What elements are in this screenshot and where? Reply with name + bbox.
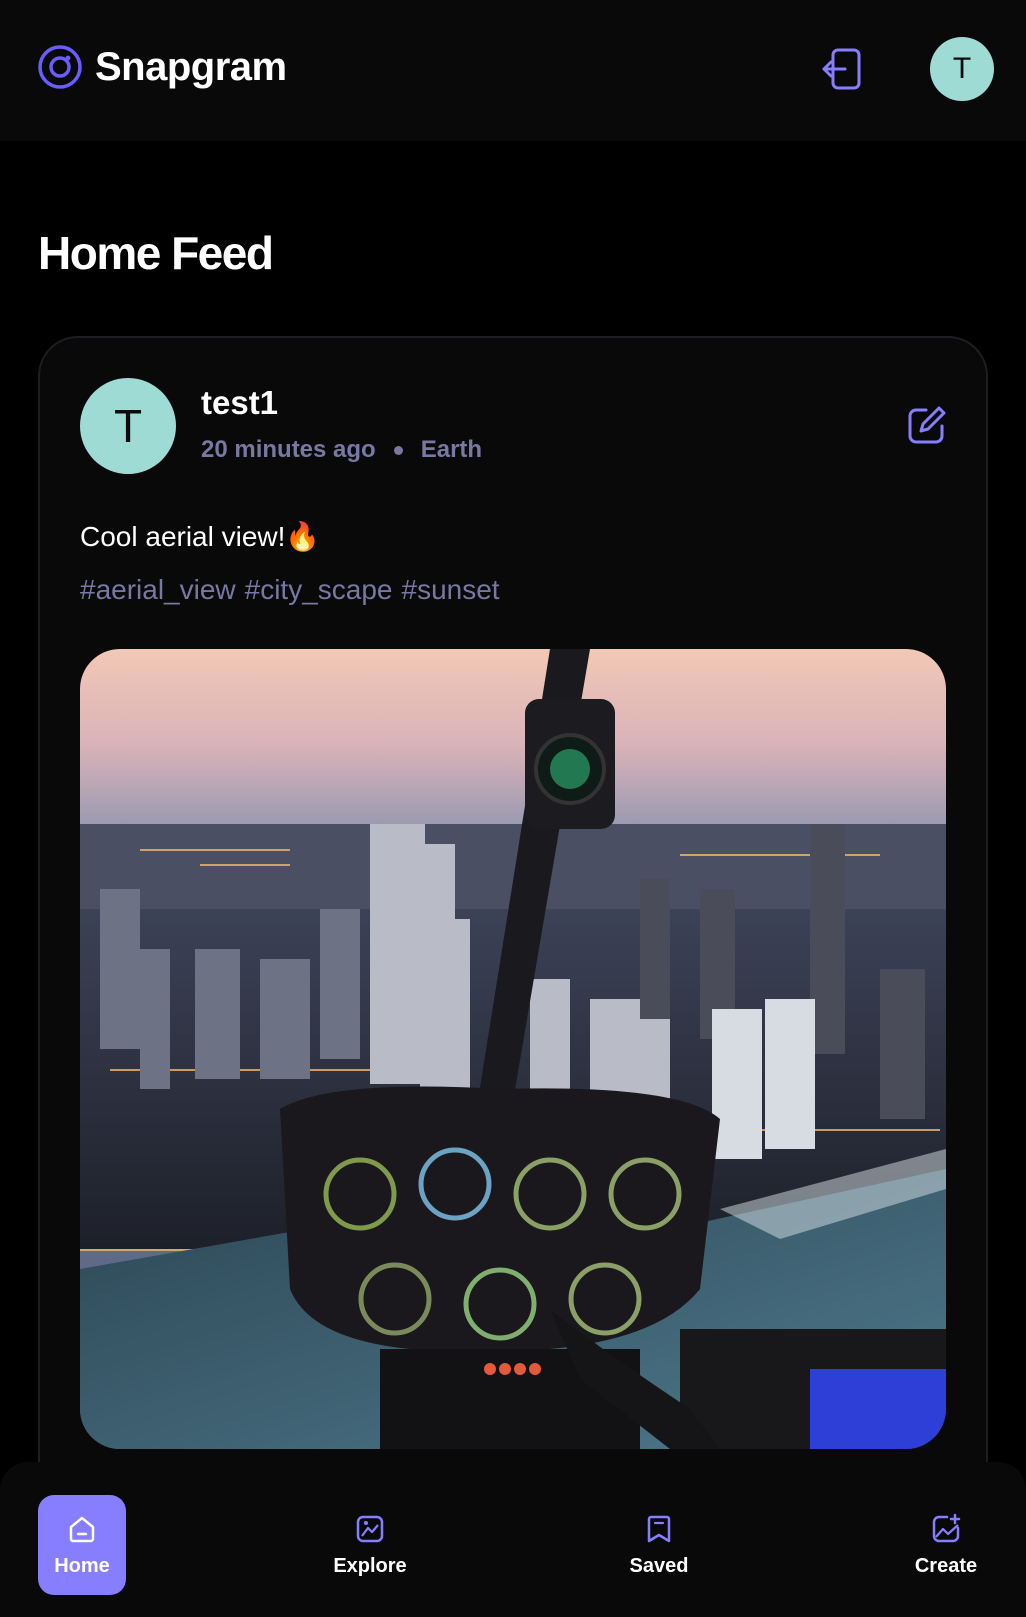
top-bar: Snapgram T	[0, 0, 1026, 141]
logo-icon	[38, 45, 82, 89]
nav-create-label: Create	[914, 1554, 978, 1577]
nav-home[interactable]: Home	[38, 1495, 126, 1595]
logout-icon	[822, 48, 861, 90]
post-author-avatar[interactable]: T	[80, 378, 176, 474]
post-tag[interactable]: #city_scape	[245, 574, 393, 606]
nav-saved-label: Saved	[629, 1554, 689, 1577]
explore-icon	[356, 1515, 384, 1542]
post-tag[interactable]: #aerial_view	[80, 574, 236, 606]
create-icon	[932, 1513, 961, 1542]
home-icon	[69, 1516, 95, 1542]
nav-explore[interactable]: Explore	[326, 1495, 414, 1595]
logout-button[interactable]	[820, 46, 864, 92]
profile-avatar[interactable]: T	[930, 37, 994, 101]
post-time: 20 minutes ago	[201, 436, 376, 463]
post-image[interactable]	[80, 649, 946, 1449]
meta-separator-dot	[393, 445, 403, 455]
nav-home-label: Home	[54, 1554, 110, 1577]
nav-explore-label: Explore	[333, 1554, 407, 1577]
post-card: T test1 20 minutes ago Earth Cool aerial…	[38, 336, 988, 1617]
saved-icon	[647, 1515, 671, 1542]
post-tags: #aerial_view #city_scape #sunset	[80, 574, 500, 606]
post-tag[interactable]: #sunset	[402, 574, 500, 606]
post-meta: 20 minutes ago Earth	[201, 436, 482, 464]
edit-post-icon[interactable]	[906, 404, 948, 446]
post-author-name[interactable]: test1	[201, 384, 278, 422]
bottom-navigation: Home Explore Saved Create	[0, 1462, 1026, 1617]
nav-saved[interactable]: Saved	[615, 1495, 703, 1595]
nav-create[interactable]: Create	[902, 1495, 990, 1595]
app-name: Snapgram	[95, 44, 287, 89]
post-location: Earth	[420, 436, 483, 463]
page-title: Home Feed	[38, 227, 274, 279]
app-logo[interactable]: Snapgram	[37, 44, 287, 90]
post-caption: Cool aerial view!🔥	[80, 521, 321, 552]
